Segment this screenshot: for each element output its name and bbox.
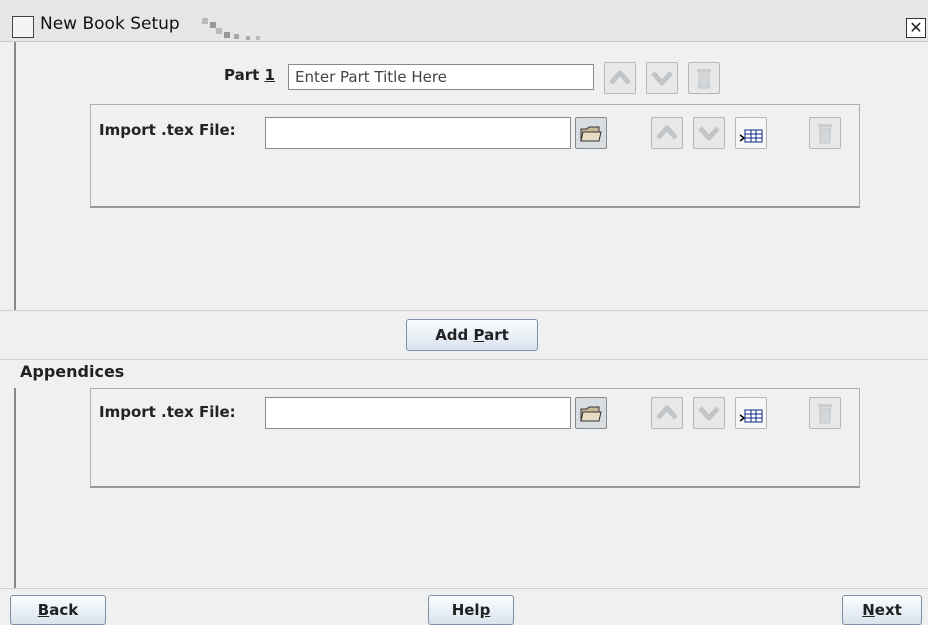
- window-titlebar: New Book Setup ✕: [0, 0, 928, 42]
- delete-part-button[interactable]: [688, 62, 720, 94]
- move-file-down-button[interactable]: [693, 117, 725, 149]
- window-menu-icon[interactable]: [12, 16, 34, 38]
- part-title-input[interactable]: [288, 64, 594, 90]
- next-label: ext: [874, 601, 902, 619]
- insert-table-icon: [739, 409, 763, 423]
- arrow-down-icon: [698, 126, 720, 141]
- arrow-up-icon: [609, 70, 631, 85]
- help-mnemonic: p: [479, 601, 491, 619]
- help-label: Hel: [451, 601, 480, 619]
- close-button[interactable]: ✕: [906, 18, 926, 38]
- move-part-up-button[interactable]: [604, 62, 636, 94]
- arrow-down-icon: [698, 406, 720, 421]
- appendix-insert-file-button[interactable]: [735, 397, 767, 429]
- add-part-mnemonic: P: [473, 326, 485, 344]
- part-number: 1: [264, 66, 275, 84]
- appendix-delete-file-button[interactable]: [809, 397, 841, 429]
- back-label: ack: [49, 601, 79, 619]
- part-label: Part 1: [224, 66, 275, 84]
- appendix-import-tex-input[interactable]: [265, 397, 571, 429]
- folder-open-icon: [580, 126, 602, 142]
- appendix-browse-tex-button[interactable]: [575, 397, 607, 429]
- import-tex-input[interactable]: [265, 117, 571, 149]
- arrow-down-icon: [651, 71, 673, 86]
- trash-icon: [697, 69, 711, 89]
- trash-icon: [818, 124, 832, 144]
- part-import-box: Import .tex File:: [90, 104, 860, 208]
- folder-open-icon: [580, 406, 602, 422]
- appendix-import-tex-label: Import .tex File:: [99, 403, 236, 421]
- titlebar-decoration-icon: [202, 18, 260, 40]
- arrow-up-icon: [656, 125, 678, 140]
- delete-file-button[interactable]: [809, 117, 841, 149]
- back-button[interactable]: Back: [10, 595, 106, 625]
- add-part-label-rest: art: [484, 326, 509, 344]
- appendices-panel: Import .tex File:: [14, 388, 928, 588]
- help-button[interactable]: Help: [428, 595, 514, 625]
- next-mnemonic: N: [862, 601, 875, 619]
- trash-icon: [818, 404, 832, 424]
- arrow-up-icon: [656, 405, 678, 420]
- add-part-label: Add: [435, 326, 474, 344]
- next-button[interactable]: Next: [842, 595, 922, 625]
- appendix-move-up-button[interactable]: [651, 397, 683, 429]
- appendices-header: Appendices: [20, 362, 125, 381]
- move-file-up-button[interactable]: [651, 117, 683, 149]
- part-panel: Part 1 Import .tex File:: [14, 42, 928, 310]
- insert-table-icon: [739, 129, 763, 143]
- add-part-button[interactable]: Add Part: [406, 319, 538, 351]
- appendix-move-down-button[interactable]: [693, 397, 725, 429]
- add-part-row: Add Part: [0, 310, 928, 360]
- window-title: New Book Setup: [40, 14, 180, 34]
- dialog-footer: Back Help Next: [0, 588, 928, 625]
- import-tex-label: Import .tex File:: [99, 121, 236, 139]
- browse-tex-button[interactable]: [575, 117, 607, 149]
- appendix-import-box: Import .tex File:: [90, 388, 860, 488]
- back-mnemonic: B: [37, 601, 50, 619]
- insert-file-button[interactable]: [735, 117, 767, 149]
- move-part-down-button[interactable]: [646, 62, 678, 94]
- part-label-text: Part: [224, 66, 265, 84]
